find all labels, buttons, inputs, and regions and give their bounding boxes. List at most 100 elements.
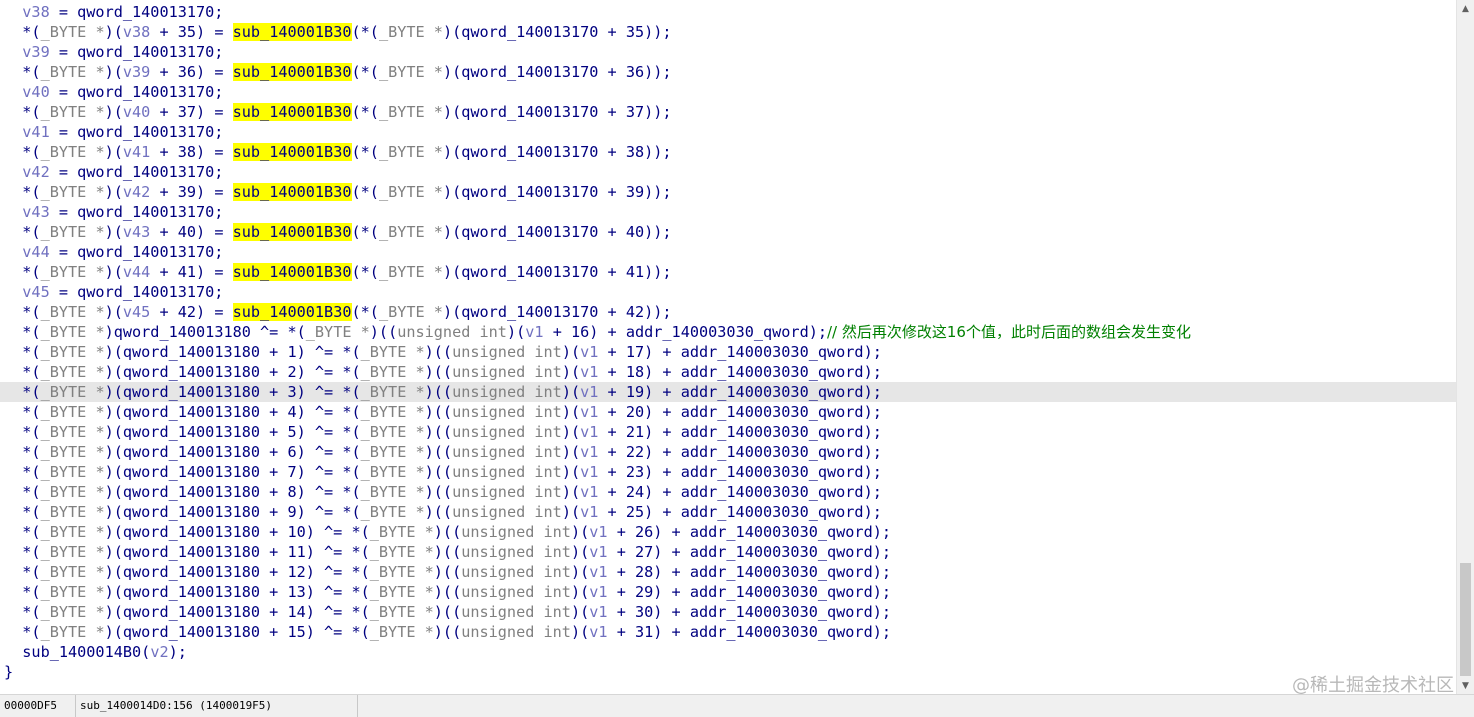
code-token: )(( <box>424 403 453 421</box>
code-token: )( <box>561 363 581 381</box>
code-variable[interactable]: v41 <box>4 123 49 141</box>
code-line[interactable]: *(_BYTE *)(qword_140013180 + 6) ^= *(_BY… <box>0 442 1456 462</box>
scroll-up-arrow-icon[interactable]: ▲ <box>1457 0 1474 17</box>
code-variable[interactable]: v39 <box>4 43 49 61</box>
code-line-text: v44 = qword_140013170; <box>4 242 223 262</box>
code-line[interactable]: v38 = qword_140013170; <box>0 2 1456 22</box>
highlighted-function-name[interactable]: sub_140001B30 <box>232 63 352 81</box>
code-token: )(( <box>433 563 462 581</box>
code-token: )( <box>561 423 581 441</box>
code-line[interactable]: *(_BYTE *)(qword_140013180 + 11) ^= *(_B… <box>0 542 1456 562</box>
code-variable[interactable]: v1 <box>525 323 543 341</box>
code-line[interactable]: *(_BYTE *)(qword_140013180 + 1) ^= *(_BY… <box>0 342 1456 362</box>
code-variable[interactable]: v1 <box>589 523 607 541</box>
code-variable[interactable]: v1 <box>589 603 607 621</box>
code-variable[interactable]: v42 <box>4 163 49 181</box>
code-variable[interactable]: v1 <box>589 543 607 561</box>
code-type-keyword: _BYTE * <box>360 343 425 361</box>
code-variable[interactable]: v1 <box>580 343 598 361</box>
current-code-line[interactable]: *(_BYTE *)(qword_140013180 + 3) ^= *(_BY… <box>0 382 1456 402</box>
code-variable[interactable]: v1 <box>580 483 598 501</box>
pseudocode-view[interactable]: v38 = qword_140013170; *(_BYTE *)(v38 + … <box>0 0 1456 694</box>
code-line[interactable]: *(_BYTE *)(qword_140013180 + 14) ^= *(_B… <box>0 602 1456 622</box>
scrollbar-thumb[interactable] <box>1460 563 1471 676</box>
code-variable[interactable]: v45 <box>4 283 49 301</box>
code-token: = qword_140013170; <box>49 203 224 221</box>
code-variable[interactable]: v42 <box>123 183 150 201</box>
code-line[interactable]: *(_BYTE *)(v38 + 35) = sub_140001B30(*(_… <box>0 22 1456 42</box>
code-line[interactable]: *(_BYTE *)(v39 + 36) = sub_140001B30(*(_… <box>0 62 1456 82</box>
code-variable[interactable]: v39 <box>123 63 150 81</box>
code-line-text: *(_BYTE *)(qword_140013180 + 11) ^= *(_B… <box>4 542 891 562</box>
code-variable[interactable]: v43 <box>123 223 150 241</box>
code-variable[interactable]: v1 <box>580 403 598 421</box>
code-line[interactable]: v41 = qword_140013170; <box>0 122 1456 142</box>
highlighted-function-name[interactable]: sub_140001B30 <box>232 23 352 41</box>
code-line[interactable]: *(_BYTE *)(v45 + 42) = sub_140001B30(*(_… <box>0 302 1456 322</box>
code-variable[interactable]: v40 <box>4 83 49 101</box>
code-variable[interactable]: v38 <box>123 23 150 41</box>
code-line[interactable]: v43 = qword_140013170; <box>0 202 1456 222</box>
highlighted-function-name[interactable]: sub_140001B30 <box>232 103 352 121</box>
code-line[interactable]: *(_BYTE *)(qword_140013180 + 15) ^= *(_B… <box>0 622 1456 642</box>
code-line[interactable]: *(_BYTE *)(qword_140013180 + 5) ^= *(_BY… <box>0 422 1456 442</box>
code-line[interactable]: v39 = qword_140013170; <box>0 42 1456 62</box>
code-line[interactable]: *(_BYTE *)(qword_140013180 + 13) ^= *(_B… <box>0 582 1456 602</box>
code-line[interactable]: *(_BYTE *)(v41 + 38) = sub_140001B30(*(_… <box>0 142 1456 162</box>
code-line[interactable]: *(_BYTE *)(v44 + 41) = sub_140001B30(*(_… <box>0 262 1456 282</box>
code-variable[interactable]: v1 <box>589 563 607 581</box>
highlighted-function-name[interactable]: sub_140001B30 <box>232 303 352 321</box>
code-variable[interactable]: v1 <box>589 583 607 601</box>
code-variable[interactable]: v1 <box>580 423 598 441</box>
code-line[interactable]: *(_BYTE *)(qword_140013180 + 7) ^= *(_BY… <box>0 462 1456 482</box>
code-line[interactable]: *(_BYTE *)qword_140013180 ^= *(_BYTE *)(… <box>0 322 1456 342</box>
code-variable[interactable]: v40 <box>123 103 150 121</box>
code-line[interactable]: v45 = qword_140013170; <box>0 282 1456 302</box>
code-variable[interactable]: v1 <box>580 443 598 461</box>
code-line[interactable]: *(_BYTE *)(qword_140013180 + 9) ^= *(_BY… <box>0 502 1456 522</box>
highlighted-function-name[interactable]: sub_140001B30 <box>232 143 352 161</box>
code-line[interactable]: v42 = qword_140013170; <box>0 162 1456 182</box>
code-variable[interactable]: v2 <box>150 643 168 661</box>
code-variable[interactable]: v1 <box>589 623 607 641</box>
code-variable[interactable]: v38 <box>4 3 49 21</box>
code-variable[interactable]: v44 <box>123 263 150 281</box>
code-type-keyword: unsigned int <box>452 463 562 481</box>
highlighted-function-name[interactable]: sub_140001B30 <box>232 223 352 241</box>
code-line[interactable]: *(_BYTE *)(qword_140013180 + 4) ^= *(_BY… <box>0 402 1456 422</box>
scroll-down-arrow-icon[interactable]: ▼ <box>1457 677 1474 694</box>
code-variable[interactable]: v1 <box>580 463 598 481</box>
code-variable[interactable]: v45 <box>123 303 150 321</box>
code-type-keyword: _BYTE * <box>378 303 443 321</box>
code-variable[interactable]: v1 <box>580 503 598 521</box>
code-line-text: *(_BYTE *)(qword_140013180 + 10) ^= *(_B… <box>4 522 891 542</box>
code-type-keyword: unsigned int <box>461 623 571 641</box>
code-variable[interactable]: v43 <box>4 203 49 221</box>
code-token: )( <box>561 463 581 481</box>
code-token: ); <box>168 643 187 661</box>
code-line[interactable]: *(_BYTE *)(v40 + 37) = sub_140001B30(*(_… <box>0 102 1456 122</box>
code-line[interactable]: *(_BYTE *)(qword_140013180 + 10) ^= *(_B… <box>0 522 1456 542</box>
code-type-keyword: unsigned int <box>461 583 571 601</box>
code-line[interactable]: sub_1400014B0(v2); <box>0 642 1456 662</box>
code-line[interactable]: *(_BYTE *)(v43 + 40) = sub_140001B30(*(_… <box>0 222 1456 242</box>
code-line[interactable]: v40 = qword_140013170; <box>0 82 1456 102</box>
vertical-scrollbar[interactable]: ▲ ▼ <box>1456 0 1474 694</box>
code-token: )(qword_140013180 + 1) ^= *( <box>104 343 361 361</box>
code-line[interactable]: v44 = qword_140013170; <box>0 242 1456 262</box>
code-variable[interactable]: v41 <box>123 143 150 161</box>
code-token: *( <box>4 183 41 201</box>
code-line[interactable]: *(_BYTE *)(qword_140013180 + 2) ^= *(_BY… <box>0 362 1456 382</box>
code-type-keyword: _BYTE * <box>40 403 105 421</box>
code-token: )(qword_140013180 + 10) ^= *( <box>104 523 370 541</box>
code-variable[interactable]: v1 <box>580 383 598 401</box>
highlighted-function-name[interactable]: sub_140001B30 <box>232 183 352 201</box>
code-line[interactable]: } <box>0 662 1456 682</box>
code-variable[interactable]: v44 <box>4 243 49 261</box>
code-line[interactable]: *(_BYTE *)(qword_140013180 + 8) ^= *(_BY… <box>0 482 1456 502</box>
code-token: )(qword_140013170 + 40)); <box>442 223 672 241</box>
highlighted-function-name[interactable]: sub_140001B30 <box>232 263 352 281</box>
code-line[interactable]: *(_BYTE *)(v42 + 39) = sub_140001B30(*(_… <box>0 182 1456 202</box>
code-line[interactable]: *(_BYTE *)(qword_140013180 + 12) ^= *(_B… <box>0 562 1456 582</box>
code-variable[interactable]: v1 <box>580 363 598 381</box>
